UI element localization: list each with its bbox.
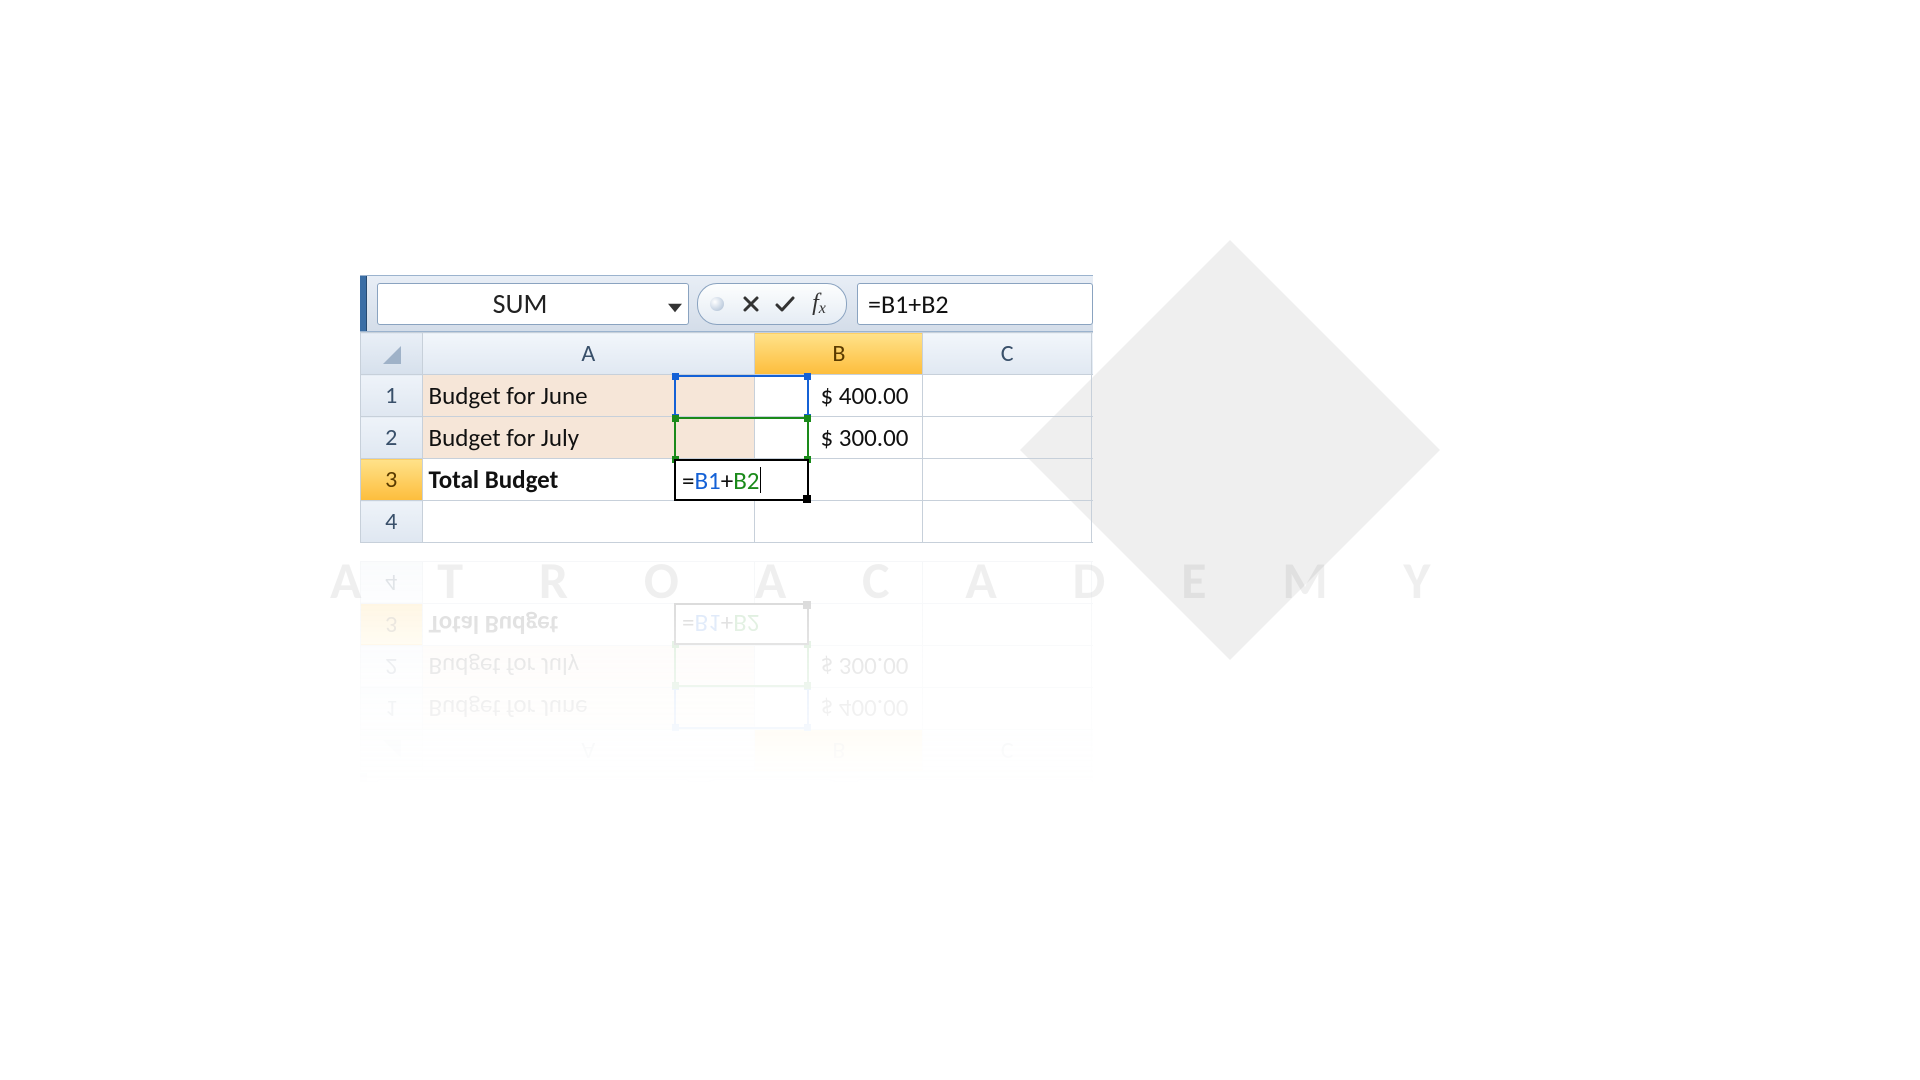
excel-window: SUM fx =B1+B2	[360, 275, 1093, 551]
table-row: 2 Budget for July $ 300.00	[361, 417, 1094, 459]
active-cell-editor[interactable]: =B1+B2	[674, 459, 809, 501]
cell-b1[interactable]: $ 400.00	[755, 375, 923, 417]
cell-a1[interactable]: Budget for June	[422, 375, 755, 417]
fx-icon: fx	[812, 290, 826, 318]
column-header-b[interactable]: B	[755, 333, 923, 375]
row-header-2[interactable]: 2	[361, 417, 423, 459]
name-box-dropdown-icon[interactable]	[662, 286, 688, 321]
spreadsheet-grid[interactable]: A B C D 1 Budget for June $ 400.00 2 Bud…	[360, 332, 1093, 553]
row-header-3[interactable]: 3	[361, 459, 423, 501]
table-row: 4	[361, 501, 1094, 543]
column-header-a[interactable]: A	[422, 333, 755, 375]
cell-d3[interactable]	[1091, 459, 1093, 501]
column-header-d[interactable]: D	[1091, 333, 1093, 375]
cell-b4[interactable]	[755, 501, 923, 543]
window-edge	[360, 276, 367, 331]
reflection-decoration: SUM fx =B1+B2 ABCD 1Budget for June$ 400…	[360, 551, 1093, 829]
cell-b2[interactable]: $ 300.00	[755, 417, 923, 459]
fill-handle[interactable]	[803, 495, 811, 503]
cell-d2[interactable]	[1091, 417, 1093, 459]
cell-d1[interactable]	[1091, 375, 1093, 417]
formula-controls: fx	[697, 283, 847, 325]
cell-c2[interactable]	[923, 417, 1091, 459]
cell-c4[interactable]	[923, 501, 1091, 543]
formula-input-value: =B1+B2	[868, 288, 949, 320]
cell-c1[interactable]	[923, 375, 1091, 417]
name-box[interactable]: SUM	[377, 283, 689, 325]
row-header-4[interactable]: 4	[361, 501, 423, 543]
enter-button[interactable]	[770, 289, 800, 319]
table-row: 1 Budget for June $ 400.00	[361, 375, 1094, 417]
record-icon	[710, 297, 724, 311]
watermark-text: A T R O A C A D E M Y	[330, 548, 1462, 612]
formula-bar: SUM fx =B1+B2	[360, 275, 1093, 332]
name-box-value: SUM	[378, 286, 662, 321]
cell-c3[interactable]	[923, 459, 1091, 501]
column-header-c[interactable]: C	[923, 333, 1091, 375]
select-all-corner[interactable]	[361, 333, 423, 375]
cell-d4[interactable]	[1091, 501, 1093, 543]
insert-function-button[interactable]: fx	[804, 289, 834, 319]
cancel-button[interactable]	[736, 289, 766, 319]
formula-input[interactable]: =B1+B2	[857, 283, 1093, 325]
close-icon	[742, 295, 760, 313]
check-icon	[775, 295, 795, 313]
row-header-1[interactable]: 1	[361, 375, 423, 417]
cell-a4[interactable]	[422, 501, 755, 543]
cell-a2[interactable]: Budget for July	[422, 417, 755, 459]
